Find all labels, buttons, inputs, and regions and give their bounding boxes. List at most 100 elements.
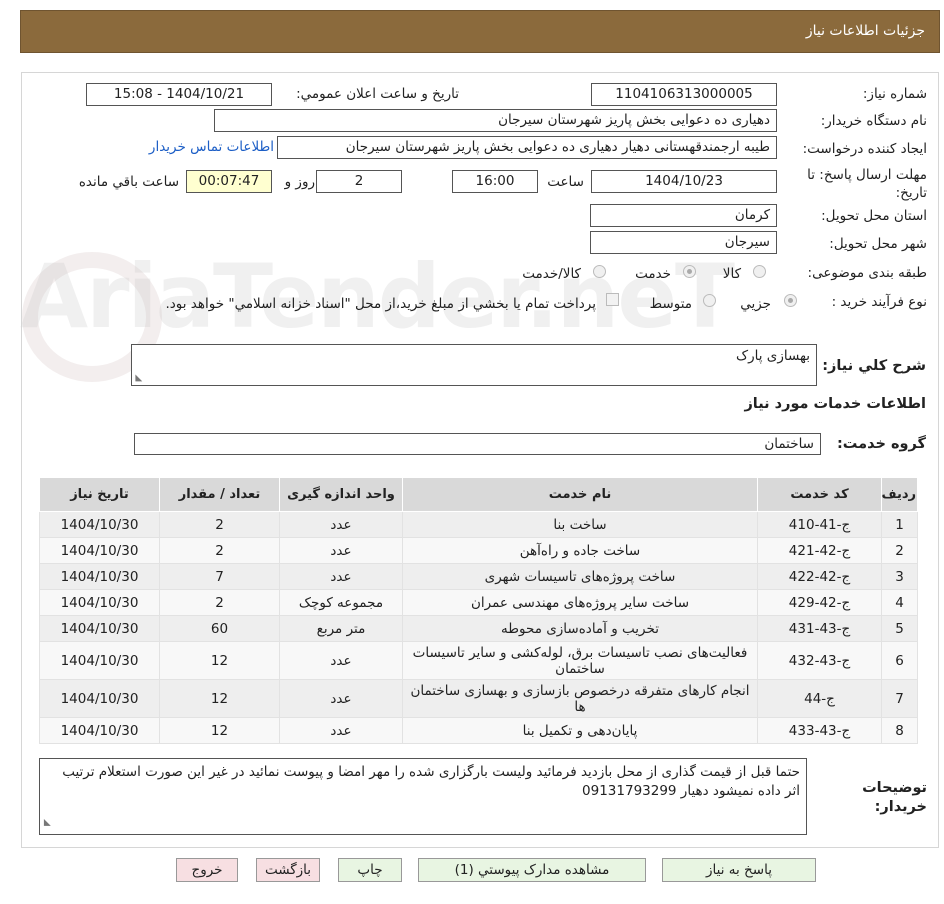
- cell-need-date: 1404/10/30: [39, 615, 160, 642]
- table-row: 3 ج-42-422 ساخت پروژه‌های تاسیسات شهری عدد 7…: [39, 563, 918, 590]
- cell-service-name: ساخت بنا: [402, 511, 758, 538]
- cell-unit: عدد: [279, 641, 403, 680]
- col-header-quantity: تعداد / مقدار: [159, 477, 280, 512]
- cell-row-number: 3: [881, 563, 918, 590]
- cell-quantity: 12: [159, 679, 280, 718]
- category-option-service: خدمت: [635, 266, 671, 282]
- city-field: سیرجان: [590, 231, 777, 254]
- creator-field: طیبه ارجمندقهستانی دهیار دهیاری ده دعوای…: [277, 136, 777, 159]
- print-button[interactable]: چاپ: [338, 858, 402, 882]
- city-label: شهر محل تحويل:: [829, 236, 927, 252]
- table-row: 2 ج-42-421 ساخت جاده و راه‌آهن عدد 2 1404/10/…: [39, 537, 918, 564]
- summary-label: شرح كلي نياز:: [822, 358, 926, 374]
- buyer-notes-text: حتما قبل از قیمت گذاری از محل بازدید فرم…: [62, 764, 800, 799]
- cell-service-code: ج-42-429: [757, 589, 882, 616]
- cell-service-name: انجام کارهای متفرقه درخصوص بازسازی و بهس…: [402, 679, 758, 718]
- cell-row-number: 7: [881, 679, 918, 718]
- cell-service-code: ج-44: [757, 679, 882, 718]
- table-row: 1 ج-41-410 ساخت بنا عدد 2 1404/10/30: [39, 511, 918, 538]
- page-title: جزئیات اطلاعات نیاز: [805, 23, 925, 39]
- cell-service-name: تخریب و آماده‌سازی محوطه: [402, 615, 758, 642]
- days-label: روز و: [284, 174, 315, 190]
- cell-need-date: 1404/10/30: [39, 679, 160, 718]
- back-button[interactable]: بازگشت: [256, 858, 320, 882]
- cell-row-number: 4: [881, 589, 918, 616]
- payment-note: پرداخت تمام يا بخشي از مبلغ خريد،از محل …: [165, 296, 596, 312]
- table-row: 6 ج-43-432 فعالیت‌های نصب تاسیسات برق، لول…: [39, 641, 918, 680]
- category-radio-service[interactable]: [683, 265, 696, 278]
- cell-quantity: 2: [159, 589, 280, 616]
- table-row: 5 ج-43-431 تخریب و آماده‌سازی محوطه متر مرب…: [39, 615, 918, 642]
- reply-button[interactable]: پاسخ به نياز: [662, 858, 816, 882]
- deadline-time-field: 16:00: [452, 170, 538, 193]
- summary-text: بهسازی پارک: [736, 348, 810, 364]
- cell-service-code: ج-41-410: [757, 511, 882, 538]
- cell-service-name: ساخت پروژه‌های تاسیسات شهری: [402, 563, 758, 590]
- cell-need-date: 1404/10/30: [39, 511, 160, 538]
- summary-textarea[interactable]: بهسازی پارک ◢: [131, 344, 817, 386]
- need-number-label: شماره نیاز:: [862, 86, 927, 102]
- cell-service-code: ج-42-421: [757, 537, 882, 564]
- cell-quantity: 7: [159, 563, 280, 590]
- category-option-goods: کالا: [722, 266, 741, 282]
- need-number-field: 1104106313000005: [591, 83, 777, 106]
- province-label: استان محل تحويل:: [821, 208, 927, 224]
- services-section-title: اطلاعات خدمات مورد نياز: [744, 396, 926, 412]
- cell-unit: عدد: [279, 537, 403, 564]
- cell-quantity: 2: [159, 537, 280, 564]
- cell-service-code: ج-43-432: [757, 641, 882, 680]
- buyer-org-label: نام دستگاه خريدار:: [820, 113, 927, 129]
- process-radio-medium[interactable]: [703, 294, 716, 307]
- cell-row-number: 2: [881, 537, 918, 564]
- cell-service-name: فعالیت‌های نصب تاسیسات برق، لوله‌کشی و س…: [402, 641, 758, 680]
- table-header-row: رديف کد خدمت نام خدمت واحد اندازه گيری ت…: [39, 477, 918, 512]
- buyer-contact-link[interactable]: اطلاعات تماس خریدار: [149, 139, 274, 155]
- deadline-time-label: ساعت: [547, 174, 584, 190]
- cell-row-number: 1: [881, 511, 918, 538]
- services-table: رديف کد خدمت نام خدمت واحد اندازه گيری ت…: [39, 477, 918, 744]
- creator-label: ايجاد كننده درخواست:: [802, 141, 927, 157]
- process-radio-minor[interactable]: [784, 294, 797, 307]
- announce-label: تاریخ و ساعت اعلان عمومي:: [296, 86, 459, 102]
- treasury-checkbox[interactable]: [606, 293, 619, 306]
- cell-need-date: 1404/10/30: [39, 717, 160, 744]
- cell-unit: عدد: [279, 563, 403, 590]
- resize-grip-icon: ◢: [133, 374, 144, 382]
- cell-service-code: ج-43-431: [757, 615, 882, 642]
- cell-service-name: پایان‌دهی و تکمیل بنا: [402, 717, 758, 744]
- col-header-service-name: نام خدمت: [402, 477, 758, 512]
- cell-need-date: 1404/10/30: [39, 537, 160, 564]
- deadline-label: مهلت ارسال پاسخ: تا تاریخ:: [807, 167, 927, 201]
- view-attachments-button[interactable]: مشاهده مدارک پيوستي (1): [418, 858, 646, 882]
- cell-service-code: ج-42-422: [757, 563, 882, 590]
- category-radio-goods[interactable]: [753, 265, 766, 278]
- category-label: طبقه بندی موضوعی:: [807, 265, 927, 281]
- exit-button[interactable]: خروج: [176, 858, 238, 882]
- deadline-date-field: 1404/10/23: [591, 170, 777, 193]
- cell-quantity: 2: [159, 511, 280, 538]
- table-row: 8 ج-43-433 پایان‌دهی و تکمیل بنا عدد 12 1404/…: [39, 717, 918, 744]
- cell-quantity: 12: [159, 641, 280, 680]
- cell-unit: عدد: [279, 717, 403, 744]
- buyer-org-field: دهیاری ده دعوایی بخش پاریز شهرستان سیرجا…: [214, 109, 777, 132]
- announce-field: 1404/10/21 - 15:08: [86, 83, 272, 106]
- col-header-unit: واحد اندازه گيری: [279, 477, 403, 512]
- resize-grip-icon: ◢: [41, 819, 52, 826]
- buyer-notes-textarea[interactable]: حتما قبل از قیمت گذاری از محل بازدید فرم…: [39, 758, 807, 835]
- cell-unit: متر مربع: [279, 615, 403, 642]
- cell-service-name: ساخت جاده و راه‌آهن: [402, 537, 758, 564]
- page-header: جزئیات اطلاعات نیاز: [20, 10, 940, 53]
- category-radio-goods-service[interactable]: [593, 265, 606, 278]
- cell-row-number: 5: [881, 615, 918, 642]
- days-field: 2: [316, 170, 402, 193]
- province-field: کرمان: [590, 204, 777, 227]
- cell-service-name: ساخت سایر پروژه‌های مهندسی عمران: [402, 589, 758, 616]
- table-row: 4 ج-42-429 ساخت سایر پروژه‌های مهندسی عمرا…: [39, 589, 918, 616]
- table-row: 7 ج-44 انجام کارهای متفرقه درخصوص بازسازی …: [39, 679, 918, 718]
- buyer-notes-label: توضيحات خريدار:: [862, 780, 927, 815]
- col-header-row-number: رديف: [881, 477, 918, 512]
- cell-unit: عدد: [279, 511, 403, 538]
- cell-row-number: 6: [881, 641, 918, 680]
- col-header-service-code: کد خدمت: [757, 477, 882, 512]
- service-group-label: گروه خدمت:: [836, 436, 926, 452]
